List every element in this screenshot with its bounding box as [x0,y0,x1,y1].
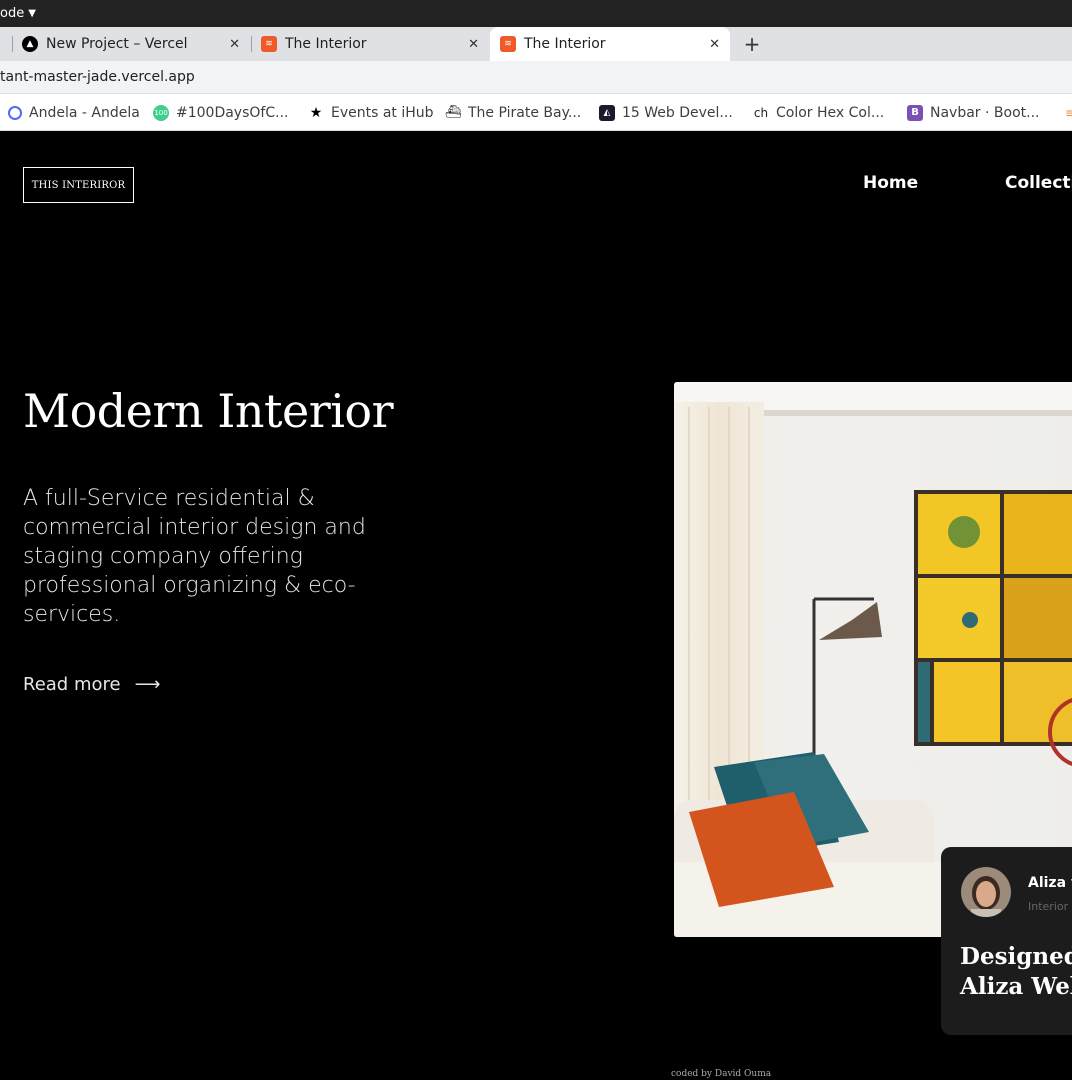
vercel-icon: ▲ [22,36,38,52]
bookmark-webdev[interactable]: ◭ 15 Web Devel... [599,94,733,131]
designer-name: Aliza v [1028,875,1072,891]
bookmark-label: Events at iHub [331,104,434,121]
bookmark-andela[interactable]: Andela - Andela [8,94,140,131]
bookmark-overflow[interactable]: ≡ [1062,94,1072,131]
bookmark-label: Color Hex Col... [776,104,885,121]
tab-strip: ▲ New Project – Vercel ✕ ≋ The Interior … [0,27,1072,61]
bookmark-label: #100DaysOfC... [176,104,289,121]
arrow-right-icon: ⟶ [134,674,161,695]
webdev-icon: ◭ [599,104,615,121]
footer-credit: coded by David Ouma [671,1069,772,1079]
star-icon: ★ [309,104,323,121]
interior-icon: ≋ [500,36,516,52]
hero-title: Modern Interior [23,384,394,438]
bookmark-ihub[interactable]: ★ Events at iHub [308,94,434,131]
tab-title: New Project – Vercel [46,36,188,52]
bookmarks-bar: Andela - Andela 100 #100DaysOfC... ★ Eve… [0,94,1072,131]
nav-home[interactable]: Home [863,173,918,193]
avatar [961,867,1011,917]
bookmark-bootstrap[interactable]: B Navbar · Boot... [907,94,1039,131]
new-tab-button[interactable]: + [742,27,762,61]
tab-title: The Interior [285,36,367,52]
read-more-link[interactable]: Read more ⟶ [23,674,160,695]
nav-collection[interactable]: Collecti [1005,173,1072,193]
url-text: tant-master-jade.vercel.app [0,69,195,85]
site-logo[interactable]: THIS INTERIROR [23,167,134,203]
tab-title: The Interior [524,36,606,52]
interior-icon: ≋ [261,36,277,52]
tab-interior-1[interactable]: ≋ The Interior ✕ [261,27,489,61]
bookmark-label: Andela - Andela [29,104,140,121]
address-bar[interactable]: tant-master-jade.vercel.app [0,61,1072,94]
bookmark-colorhex[interactable]: ch Color Hex Col... [753,94,884,131]
bookmark-label: The Pirate Bay... [468,104,582,121]
card-title: Designed Aliza Webl [960,942,1072,1002]
tab-separator [251,36,252,52]
100days-icon: 100 [153,104,169,121]
pirate-ship-icon: ⛴ [444,105,462,120]
read-more-label: Read more [23,674,121,695]
hero-description: A full-Service residential & commercial … [23,486,366,627]
andela-icon [8,105,22,120]
bookmark-label: Navbar · Boot... [930,104,1040,121]
window-title: ode [0,6,25,21]
stack-icon: ≡ [1064,105,1072,120]
ch-icon: ch [753,105,769,120]
close-icon[interactable]: ✕ [468,37,479,52]
window-title-bar: ode ▼ [0,0,1072,27]
close-icon[interactable]: ✕ [229,37,240,52]
designer-card[interactable]: Aliza v Interior Designed Aliza Webl [941,847,1072,1035]
page-content: THIS INTERIROR Home Collecti Modern Inte… [0,131,1072,1080]
bookmark-label: 15 Web Devel... [622,104,733,121]
card-title-line: Aliza Webl [960,973,1072,1000]
card-title-line: Designed [960,943,1072,970]
bootstrap-icon: B [907,104,923,121]
tab-vercel[interactable]: ▲ New Project – Vercel ✕ [22,27,250,61]
tab-interior-active[interactable]: ≋ The Interior ✕ [490,27,730,61]
close-icon[interactable]: ✕ [709,37,720,52]
designer-role: Interior [1028,900,1069,913]
tab-separator [12,36,13,52]
chevron-down-icon[interactable]: ▼ [28,8,36,19]
bookmark-100days[interactable]: 100 #100DaysOfC... [153,94,288,131]
bookmark-piratebay[interactable]: ⛴ The Pirate Bay... [445,94,581,131]
